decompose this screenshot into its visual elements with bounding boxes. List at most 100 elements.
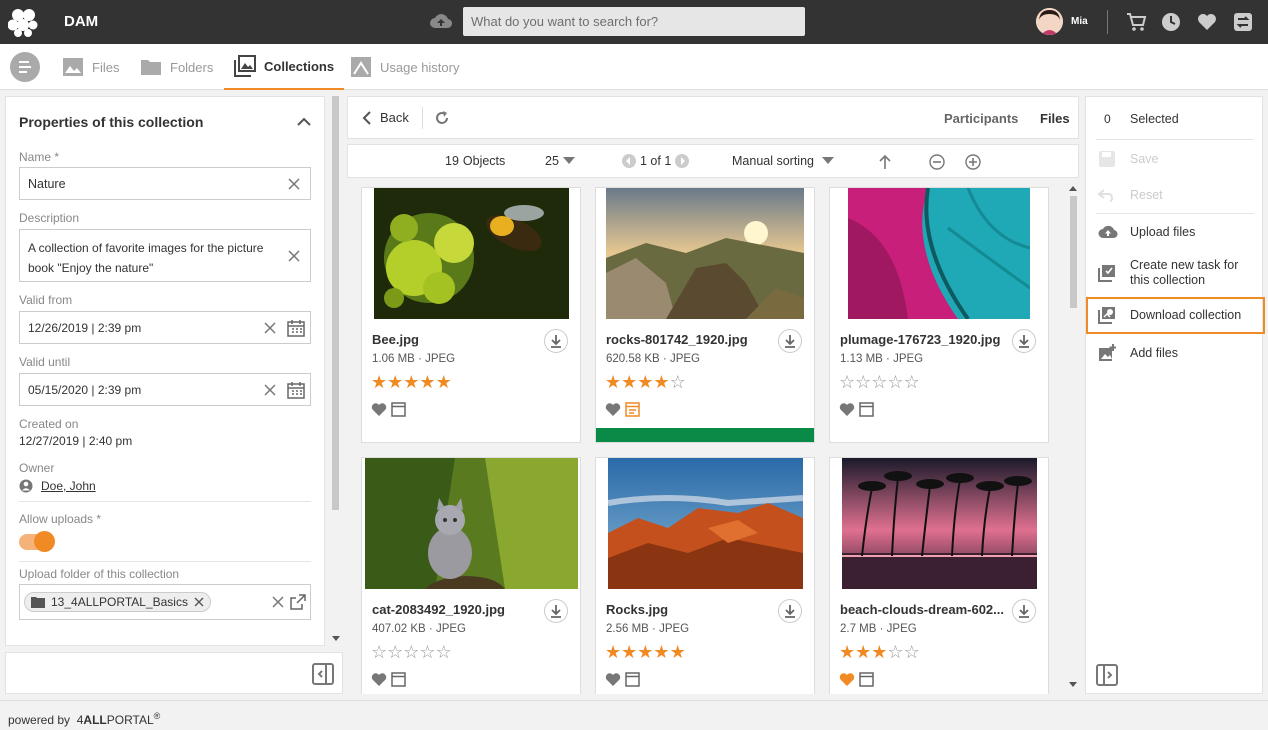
file-card[interactable]: beach-clouds-dream-602... 2.7 MB · JPEG … [829,457,1049,694]
star-rating[interactable]: ★★★★★ [605,643,686,661]
star-icon[interactable]: ★ [839,642,855,662]
download-button[interactable] [1012,329,1036,353]
file-name[interactable]: cat-2083492_1920.jpg [372,602,542,617]
open-external-icon[interactable] [290,594,306,610]
clock-icon[interactable] [1160,11,1182,33]
file-thumbnail[interactable] [848,188,1030,319]
star-icon[interactable]: ★ [371,372,387,392]
download-button[interactable] [544,599,568,623]
star-icon[interactable]: ★ [637,372,653,392]
star-icon[interactable]: ☆ [387,642,403,662]
scroll-thumb[interactable] [1070,196,1077,308]
star-icon[interactable]: ☆ [855,372,871,392]
heart-icon[interactable] [839,672,855,687]
next-page-icon[interactable] [675,154,690,168]
file-card[interactable]: rocks-801742_1920.jpg 620.58 KB · JPEG ★… [595,187,815,443]
description-field[interactable]: A collection of favorite images for the … [19,229,311,282]
task-icon[interactable] [625,402,640,417]
back-button[interactable]: Back [362,110,409,125]
create-task-button[interactable]: Create new task for this collection [1086,257,1264,289]
star-rating[interactable]: ★★★☆☆ [839,643,920,661]
file-thumbnail[interactable] [842,458,1037,589]
upload-files-button[interactable]: Upload files [1086,222,1264,242]
upload-cloud-icon[interactable] [430,12,452,30]
file-card[interactable]: plumage-176723_1920.jpg 1.13 MB · JPEG ☆… [829,187,1049,443]
download-button[interactable] [778,599,802,623]
sorting-select[interactable]: Manual sorting [732,154,834,168]
heart-icon[interactable] [371,402,387,417]
zoom-in-icon[interactable] [965,154,981,170]
star-icon[interactable]: ☆ [904,642,920,662]
clear-icon[interactable] [288,249,300,262]
star-icon[interactable]: ☆ [419,642,435,662]
star-icon[interactable]: ☆ [887,642,903,662]
star-icon[interactable]: ☆ [436,642,452,662]
user-name[interactable]: Mia [1071,16,1088,27]
heart-icon[interactable] [371,672,387,687]
tab-collections[interactable]: Collections [224,44,345,90]
file-thumbnail[interactable] [606,188,804,319]
clear-icon[interactable] [264,384,276,396]
download-button[interactable] [778,329,802,353]
app-logo[interactable] [8,7,38,37]
star-icon[interactable]: ★ [605,642,621,662]
scroll-thumb[interactable] [332,96,339,510]
star-icon[interactable]: ☆ [871,372,887,392]
star-icon[interactable]: ★ [419,372,435,392]
grid-scrollbar[interactable] [1067,182,1079,694]
file-card[interactable]: Bee.jpg 1.06 MB · JPEG ★★★★★ [361,187,581,443]
folder-chip[interactable]: 13_4ALLPORTAL_Basics [24,592,211,612]
heart-icon[interactable] [605,402,621,417]
file-name[interactable]: plumage-176723_1920.jpg [840,332,1010,347]
avatar[interactable] [1036,8,1063,35]
reset-button[interactable]: Reset [1086,185,1264,205]
window-icon[interactable] [859,402,874,417]
file-thumbnail[interactable] [374,188,569,319]
window-icon[interactable] [625,672,640,687]
file-thumbnail[interactable] [365,458,578,589]
save-button[interactable]: Save [1086,149,1264,169]
star-icon[interactable]: ★ [653,372,669,392]
heart-icon[interactable] [1196,11,1218,33]
menu-button[interactable] [10,52,40,82]
file-name[interactable]: beach-clouds-dream-602... [840,602,1010,617]
star-icon[interactable]: ★ [653,642,669,662]
tab-folders[interactable]: Folders [140,44,213,90]
search-input[interactable] [463,7,805,36]
file-name[interactable]: rocks-801742_1920.jpg [606,332,776,347]
clear-icon[interactable] [272,596,284,608]
star-icon[interactable]: ★ [621,642,637,662]
star-rating[interactable]: ☆☆☆☆☆ [371,643,452,661]
star-rating[interactable]: ★★★★★ [371,373,452,391]
expand-panel-icon[interactable] [1096,664,1118,686]
valid-until-field[interactable]: 05/15/2020 | 2:39 pm [19,373,311,406]
sort-ascending-icon[interactable] [878,154,892,170]
upload-folder-field[interactable]: 13_4ALLPORTAL_Basics [19,584,311,620]
files-tab[interactable]: Files [1040,111,1070,126]
star-icon[interactable]: ★ [403,372,419,392]
owner-link[interactable]: Doe, John [41,479,96,493]
star-icon[interactable]: ★ [670,642,686,662]
scroll-down-icon[interactable] [332,636,340,642]
cart-icon[interactable] [1125,11,1147,33]
remove-chip-icon[interactable] [194,597,204,607]
star-icon[interactable]: ★ [621,372,637,392]
valid-from-field[interactable]: 12/26/2019 | 2:39 pm [19,311,311,344]
star-icon[interactable]: ☆ [670,372,686,392]
window-icon[interactable] [391,402,406,417]
star-icon[interactable]: ☆ [403,642,419,662]
file-thumbnail[interactable] [608,458,803,589]
add-files-button[interactable]: Add files [1086,343,1264,363]
file-name[interactable]: Bee.jpg [372,332,542,347]
star-icon[interactable]: ★ [436,372,452,392]
file-name[interactable]: Rocks.jpg [606,602,776,617]
star-icon[interactable]: ☆ [371,642,387,662]
prev-page-icon[interactable] [622,154,636,168]
switch-icon[interactable] [1232,11,1254,33]
star-icon[interactable]: ★ [637,642,653,662]
star-icon[interactable]: ★ [855,642,871,662]
tab-files[interactable]: Files [62,44,119,90]
heart-icon[interactable] [839,402,855,417]
tab-usage-history[interactable]: Usage history [350,44,459,90]
star-icon[interactable]: ★ [871,642,887,662]
